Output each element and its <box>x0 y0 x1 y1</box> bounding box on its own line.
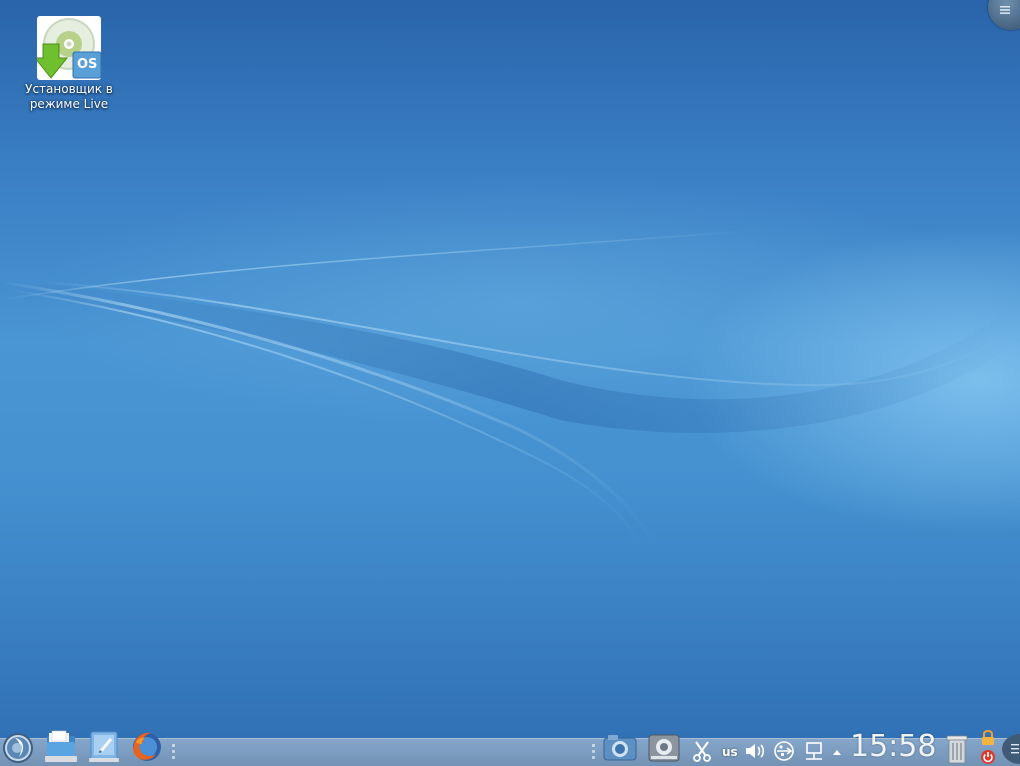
panel-separator-left[interactable] <box>172 744 176 762</box>
desktop-icon-label-line2: режиме Live <box>29 97 109 111</box>
file-manager-icon <box>45 730 77 762</box>
application-launcher-button[interactable] <box>2 732 34 764</box>
desktop-icon-label-line1: Установщик в <box>25 82 113 96</box>
power-button[interactable] <box>978 747 998 766</box>
application-launcher-icon <box>3 733 33 763</box>
trash-button[interactable] <box>942 732 972 766</box>
keyboard-layout-indicator[interactable]: us <box>722 738 738 766</box>
desktop-icon-live-installer[interactable]: OS Установщик в режиме Live <box>18 16 120 112</box>
network-settings-tray-button[interactable] <box>646 732 682 764</box>
panel-separator-right[interactable] <box>592 744 596 762</box>
firefox-launcher[interactable] <box>130 730 164 764</box>
lock-screen-button[interactable] <box>978 728 998 747</box>
panel-toolbox-icon <box>1002 734 1020 764</box>
show-hidden-icons-button[interactable] <box>830 740 844 764</box>
trash-icon <box>946 735 968 764</box>
volume-tray-button[interactable] <box>744 738 766 764</box>
clipboard-scissors-icon <box>693 741 711 762</box>
desktop-icon-label: Установщик в режиме Live <box>18 82 120 112</box>
device-notifier-tray-button[interactable] <box>772 738 796 764</box>
power-icon <box>981 749 995 764</box>
firefox-icon <box>133 732 161 761</box>
panel-toolbox-button[interactable] <box>1002 734 1020 764</box>
screenshot-camera-icon <box>603 735 637 761</box>
network-settings-icon <box>648 734 680 762</box>
usb-device-icon <box>774 741 794 761</box>
desktop[interactable]: OS Установщик в режиме Live us 15:58 <box>0 0 1020 766</box>
digital-clock[interactable]: 15:58 <box>850 728 936 766</box>
show-hidden-arrow-icon <box>833 750 841 755</box>
taskbar-panel: us 15:58 <box>0 728 1020 766</box>
os-badge-text: OS <box>77 57 98 72</box>
screenshot-tray-button[interactable] <box>602 732 638 764</box>
volume-icon <box>746 744 765 758</box>
text-editor-icon <box>89 731 119 762</box>
lock-screen-icon <box>982 730 994 745</box>
network-icon <box>806 742 822 760</box>
wallpaper-waves <box>0 229 1020 566</box>
menu-lines-icon <box>1000 6 1010 14</box>
file-manager-launcher[interactable] <box>44 730 78 764</box>
clipboard-tray-button[interactable] <box>692 738 712 764</box>
text-editor-launcher[interactable] <box>88 730 120 764</box>
network-tray-button[interactable] <box>802 738 826 764</box>
live-installer-icon: OS <box>33 16 102 80</box>
